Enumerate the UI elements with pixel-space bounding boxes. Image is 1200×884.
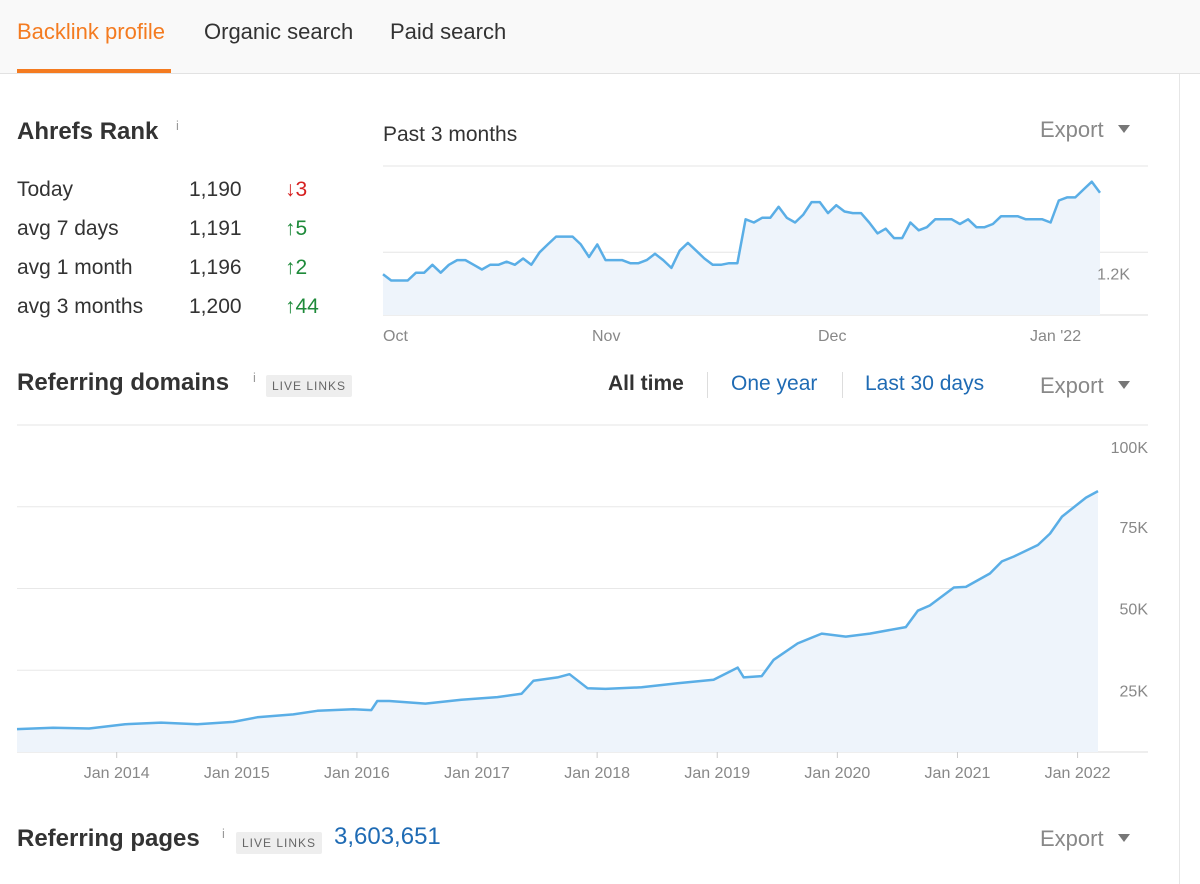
ahrefs-rank-chart: 1.2K Oct Nov Dec Jan '22 [382, 165, 1148, 345]
range-all-time[interactable]: All time [608, 372, 684, 396]
x-tick-label: Oct [383, 328, 408, 345]
active-tab-indicator [17, 69, 171, 73]
ahrefs-rank-title: Ahrefs Rank [17, 118, 159, 145]
chevron-down-icon [1117, 381, 1130, 390]
pages-export-button[interactable]: Export [1040, 826, 1130, 852]
x-tick-label: Jan 2014 [84, 765, 150, 782]
live-links-badge: LIVE LINKS [266, 375, 353, 397]
tab-organic-search[interactable]: Organic search [204, 19, 353, 45]
rank-row-value: 1,200 [189, 295, 242, 318]
range-last-30-days[interactable]: Last 30 days [865, 372, 984, 396]
x-tick-label: Jan 2021 [925, 765, 991, 782]
x-tick-label: Jan 2016 [324, 765, 390, 782]
chevron-down-icon [1117, 834, 1130, 843]
x-tick-label: Jan 2019 [684, 765, 750, 782]
tab-paid-search[interactable]: Paid search [390, 19, 506, 45]
referring-pages-info-icon[interactable]: i [222, 826, 225, 841]
rank-row-change: ↑5 [285, 217, 308, 240]
y-tick-label: 50K [1120, 602, 1149, 619]
panel-divider [1179, 74, 1180, 884]
rank-period-label: Past 3 months [383, 123, 518, 146]
arrow-up-icon: ↑ [285, 217, 296, 240]
range-separator [707, 372, 708, 398]
y-tick-label: 1.2K [1097, 266, 1130, 283]
x-tick-label: Jan 2017 [444, 765, 510, 782]
range-separator [842, 372, 843, 398]
rank-row-today: Today 1,190 ↓3 [17, 178, 337, 204]
rank-row-7-days: avg 7 days 1,191 ↑5 [17, 217, 337, 243]
rank-row-3-months: avg 3 months 1,200 ↑44 [17, 295, 337, 321]
referring-pages-count[interactable]: 3,603,651 [334, 823, 441, 851]
x-tick-label: Jan 2015 [204, 765, 270, 782]
y-tick-label: 25K [1120, 683, 1149, 700]
referring-domains-title: Referring domains [17, 369, 230, 396]
referring-domains-info-icon[interactable]: i [253, 370, 256, 385]
rank-row-change: ↑2 [285, 256, 308, 279]
x-tick-label: Jan 2020 [804, 765, 870, 782]
rank-row-label: Today [17, 178, 74, 201]
range-one-year[interactable]: One year [731, 372, 817, 396]
rank-row-label: avg 1 month [17, 256, 133, 279]
rank-export-button[interactable]: Export [1040, 117, 1130, 143]
rank-row-1-month: avg 1 month 1,196 ↑2 [17, 256, 337, 282]
rank-row-label: avg 7 days [17, 217, 119, 240]
x-tick-label: Jan '22 [1030, 328, 1081, 345]
domains-area-fill [17, 491, 1098, 752]
x-tick-label: Nov [592, 328, 620, 345]
chevron-down-icon [1117, 125, 1130, 134]
ahrefs-rank-info-icon[interactable]: i [176, 118, 179, 133]
arrow-up-icon: ↑ [285, 295, 296, 318]
arrow-up-icon: ↑ [285, 256, 296, 279]
rank-row-change: ↑44 [285, 295, 319, 318]
rank-row-value: 1,196 [189, 256, 242, 279]
rank-row-value: 1,191 [189, 217, 242, 240]
domains-export-button[interactable]: Export [1040, 373, 1130, 399]
y-tick-label: 100K [1111, 440, 1149, 457]
referring-domains-chart: 25K 50K 75K 100K Jan 2014 Jan 2015 Jan 2016 Jan… [16, 424, 1149, 782]
x-tick-label: Jan 2018 [564, 765, 630, 782]
referring-pages-title: Referring pages [17, 825, 200, 852]
rank-area-fill [383, 181, 1100, 315]
y-tick-label: 75K [1120, 520, 1149, 537]
rank-row-label: avg 3 months [17, 295, 144, 318]
live-links-badge: LIVE LINKS [236, 832, 323, 854]
x-tick-label: Dec [818, 328, 846, 345]
tab-backlink-profile[interactable]: Backlink profile [17, 19, 165, 45]
x-tick-label: Jan 2022 [1045, 765, 1111, 782]
arrow-down-icon: ↓ [285, 178, 296, 201]
rank-row-value: 1,190 [189, 178, 242, 201]
tab-bar: Backlink profile Organic search Paid sea… [0, 0, 1200, 74]
rank-row-change: ↓3 [285, 178, 308, 201]
